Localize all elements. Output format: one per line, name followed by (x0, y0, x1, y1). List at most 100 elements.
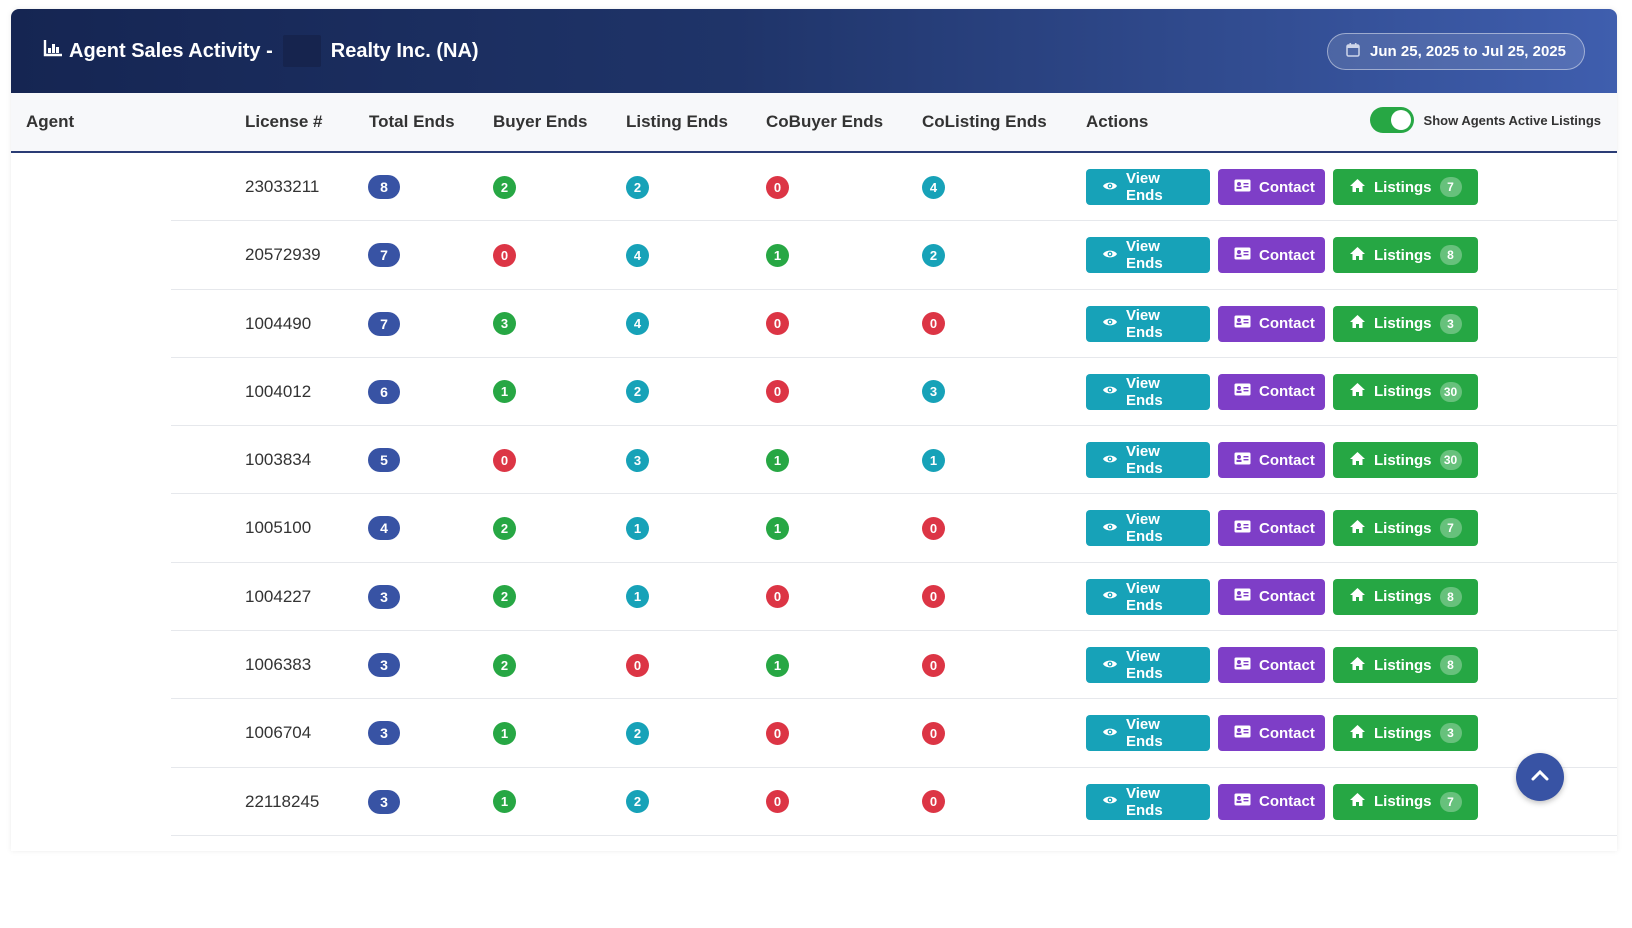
cobuyer-ends-badge: 0 (766, 175, 789, 199)
eye-icon (1102, 793, 1118, 810)
date-range-text: Jun 25, 2025 to Jul 25, 2025 (1370, 42, 1566, 60)
listings-label: Listings (1374, 383, 1432, 401)
colisting-ends-badge: 4 (922, 175, 945, 199)
chevron-up-icon (1530, 768, 1550, 787)
license-number: 1005100 (245, 518, 312, 538)
scroll-to-top-button[interactable] (1516, 753, 1564, 801)
view-ends-label: View Ends (1126, 238, 1163, 273)
view-ends-button[interactable]: View Ends (1086, 510, 1210, 547)
card-header: Agent Sales Activity - Realty Inc. (NA) … (11, 9, 1617, 93)
listings-label: Listings (1374, 656, 1432, 674)
license-number: 1006383 (245, 655, 312, 675)
listing-ends-badge: 0 (626, 653, 649, 677)
listings-button[interactable]: Listings 30 (1333, 442, 1478, 479)
listings-button[interactable]: Listings 8 (1333, 578, 1478, 615)
col-buyer-ends[interactable]: Buyer Ends (493, 93, 587, 151)
col-listing-ends[interactable]: Listing Ends (626, 93, 728, 151)
cobuyer-ends-badge: 0 (766, 380, 789, 404)
view-ends-label: View Ends (1126, 579, 1163, 614)
contact-button[interactable]: Contact (1218, 237, 1325, 274)
view-ends-label: View Ends (1126, 716, 1163, 751)
listings-button[interactable]: Listings 7 (1333, 510, 1478, 547)
listings-button[interactable]: Listings 3 (1333, 305, 1478, 342)
col-colisting-ends[interactable]: CoListing Ends (922, 93, 1047, 151)
table-row: 1006704 3 1 2 0 0 View Ends Contact Listings 3 (11, 699, 1617, 768)
listings-count-badge: 7 (1439, 518, 1462, 539)
listings-button[interactable]: Listings 8 (1333, 647, 1478, 684)
contact-button[interactable]: Contact (1218, 510, 1325, 547)
cobuyer-ends-badge: 0 (766, 721, 789, 745)
col-agent[interactable]: Agent (26, 93, 74, 151)
listings-button[interactable]: Listings 30 (1333, 373, 1478, 410)
view-ends-button[interactable]: View Ends (1086, 715, 1210, 752)
view-ends-label: View Ends (1126, 648, 1163, 683)
license-number: 1004490 (245, 313, 312, 333)
col-cobuyer-ends[interactable]: CoBuyer Ends (766, 93, 883, 151)
buyer-ends-badge: 2 (493, 585, 516, 609)
contact-label: Contact (1259, 793, 1315, 811)
contact-button[interactable]: Contact (1218, 305, 1325, 342)
listings-button[interactable]: Listings 3 (1333, 715, 1478, 752)
eye-icon (1102, 247, 1118, 264)
contact-card-icon (1234, 179, 1251, 196)
view-ends-label: View Ends (1126, 784, 1163, 819)
contact-button[interactable]: Contact (1218, 783, 1325, 820)
listing-ends-badge: 2 (626, 175, 649, 199)
view-ends-button[interactable]: View Ends (1086, 237, 1210, 274)
home-icon (1349, 587, 1366, 606)
listing-ends-badge: 4 (626, 312, 649, 336)
contact-label: Contact (1259, 383, 1315, 401)
listing-ends-badge: 2 (626, 790, 649, 814)
table-row: 1004490 7 3 4 0 0 View Ends Contact Listings 3 (11, 290, 1617, 358)
contact-button[interactable]: Contact (1218, 373, 1325, 410)
listing-ends-badge: 4 (626, 243, 649, 267)
view-ends-button[interactable]: View Ends (1086, 373, 1210, 410)
view-ends-button[interactable]: View Ends (1086, 783, 1210, 820)
eye-icon (1102, 725, 1118, 742)
eye-icon (1102, 383, 1118, 400)
total-ends-badge: 7 (368, 243, 400, 268)
contact-button[interactable]: Contact (1218, 169, 1325, 205)
view-ends-label: View Ends (1126, 374, 1163, 409)
view-ends-button[interactable]: View Ends (1086, 442, 1210, 479)
eye-icon (1102, 179, 1118, 196)
cobuyer-ends-badge: 1 (766, 448, 789, 472)
date-range-picker[interactable]: Jun 25, 2025 to Jul 25, 2025 (1327, 32, 1585, 70)
redacted-name (282, 35, 321, 67)
colisting-ends-badge: 3 (922, 380, 945, 404)
listings-label: Listings (1374, 451, 1432, 469)
contact-button[interactable]: Contact (1218, 442, 1325, 479)
buyer-ends-badge: 3 (493, 312, 516, 336)
view-ends-button[interactable]: View Ends (1086, 578, 1210, 615)
view-ends-button[interactable]: View Ends (1086, 647, 1210, 684)
home-icon (1349, 724, 1366, 743)
cobuyer-ends-badge: 1 (766, 653, 789, 677)
view-ends-button[interactable]: View Ends (1086, 169, 1210, 205)
listings-label: Listings (1374, 519, 1432, 537)
contact-button[interactable]: Contact (1218, 578, 1325, 615)
license-number: 1006704 (245, 723, 312, 743)
listing-ends-badge: 2 (626, 721, 649, 745)
table-body: 23033211 8 2 2 0 4 View Ends Contact Listings 7 20… (11, 153, 1617, 836)
total-ends-badge: 5 (368, 448, 400, 473)
listings-count-badge: 8 (1439, 245, 1462, 266)
listings-button[interactable]: Listings 7 (1333, 783, 1478, 820)
total-ends-badge: 8 (368, 175, 400, 199)
home-icon (1349, 792, 1366, 811)
col-license[interactable]: License # (245, 93, 323, 151)
listings-count-badge: 30 (1439, 450, 1462, 471)
table-row: 1004012 6 1 2 0 3 View Ends Contact Listings 30 (11, 358, 1617, 427)
active-listings-toggle[interactable] (1369, 107, 1414, 133)
listings-label: Listings (1374, 724, 1432, 742)
title-suffix: Realty Inc. (NA) (330, 39, 479, 62)
col-total-ends[interactable]: Total Ends (369, 93, 455, 151)
contact-button[interactable]: Contact (1218, 715, 1325, 752)
contact-card-icon (1234, 315, 1251, 332)
contact-button[interactable]: Contact (1218, 647, 1325, 684)
listings-button[interactable]: Listings 7 (1333, 169, 1478, 205)
contact-label: Contact (1259, 519, 1315, 537)
contact-card-icon (1234, 657, 1251, 674)
toggle-label: Show Agents Active Listings (1423, 112, 1601, 128)
listings-button[interactable]: Listings 8 (1333, 237, 1478, 274)
view-ends-button[interactable]: View Ends (1086, 305, 1210, 342)
